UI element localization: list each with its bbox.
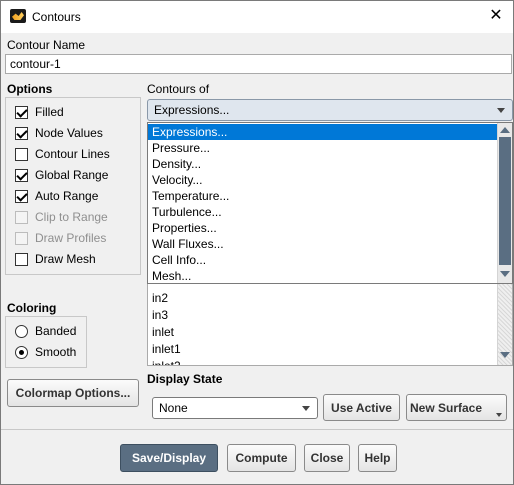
- clip-to-range-checkbox: Clip to Range: [15, 209, 108, 225]
- draw-mesh-check-box[interactable]: [15, 252, 28, 266]
- display-state-value: None: [159, 401, 188, 415]
- dropdown-item-mesh[interactable]: Mesh...: [148, 268, 512, 283]
- node-values-check-box[interactable]: [15, 126, 28, 140]
- new-surface-label: New Surface: [410, 400, 483, 415]
- chevron-down-icon: [497, 108, 505, 113]
- dropdown-item-wall-fluxes[interactable]: Wall Fluxes...: [148, 236, 512, 252]
- scroll-down-icon[interactable]: [500, 352, 510, 358]
- dropdown-scrollbar[interactable]: [497, 123, 512, 283]
- surface-item-in2[interactable]: in2: [148, 290, 512, 306]
- title-bar: Contours ✕: [1, 1, 513, 33]
- contour-lines-check-box[interactable]: [15, 147, 28, 161]
- chevron-down-icon: [496, 413, 502, 417]
- draw-mesh-checkbox[interactable]: Draw Mesh: [15, 251, 96, 267]
- display-state-combo[interactable]: None: [152, 397, 318, 419]
- surface-item-in3[interactable]: in3: [148, 307, 512, 323]
- filled-check-box[interactable]: [15, 105, 28, 119]
- surface-item-inlet2[interactable]: inlet2: [148, 358, 512, 365]
- close-button[interactable]: Close: [304, 444, 350, 472]
- surface-item-inlet[interactable]: inlet: [148, 324, 512, 340]
- contours-of-combo[interactable]: Expressions...: [147, 99, 513, 121]
- global-range-checkbox[interactable]: Global Range: [15, 167, 108, 183]
- banded-radio-button[interactable]: [15, 324, 28, 338]
- banded-radio[interactable]: Banded: [15, 323, 76, 339]
- auto-range-check-box[interactable]: [15, 189, 28, 203]
- close-icon[interactable]: ✕: [487, 6, 505, 26]
- fluent-app-icon: [10, 9, 26, 23]
- coloring-label: Coloring: [7, 301, 57, 315]
- surfaces-scrollbar[interactable]: [497, 274, 512, 365]
- contour-name-label: Contour Name: [7, 38, 86, 52]
- node-values-checkbox[interactable]: Node Values: [15, 125, 103, 141]
- banded-label: Banded: [35, 324, 77, 338]
- dropdown-item-expressions[interactable]: Expressions...: [148, 124, 512, 140]
- options-group: [5, 97, 141, 275]
- contours-of-dropdown[interactable]: Expressions... Pressure... Density... Ve…: [147, 122, 513, 284]
- dropdown-item-density[interactable]: Density...: [148, 156, 512, 172]
- filled-label: Filled: [35, 105, 64, 119]
- contour-lines-checkbox[interactable]: Contour Lines: [15, 146, 110, 162]
- chevron-down-icon: [302, 406, 310, 411]
- dropdown-item-cell-info[interactable]: Cell Info...: [148, 252, 512, 268]
- draw-profiles-label: Draw Profiles: [35, 231, 107, 245]
- smooth-radio[interactable]: Smooth: [15, 344, 76, 360]
- clip-to-range-check-box: [15, 210, 28, 224]
- dropdown-item-pressure[interactable]: Pressure...: [148, 140, 512, 156]
- contours-of-value: Expressions...: [154, 103, 230, 117]
- contour-lines-label: Contour Lines: [35, 147, 110, 161]
- draw-profiles-checkbox: Draw Profiles: [15, 230, 106, 246]
- scroll-up-icon[interactable]: [500, 127, 510, 133]
- draw-mesh-label: Draw Mesh: [35, 252, 96, 266]
- window-title: Contours: [32, 10, 81, 24]
- use-active-button[interactable]: Use Active: [323, 394, 400, 421]
- surfaces-list[interactable]: in2 in3 inlet inlet1 inlet2: [147, 273, 513, 366]
- display-state-label: Display State: [147, 372, 223, 386]
- footer-separator: [1, 429, 513, 430]
- dropdown-item-velocity[interactable]: Velocity...: [148, 172, 512, 188]
- smooth-label: Smooth: [35, 345, 77, 359]
- auto-range-checkbox[interactable]: Auto Range: [15, 188, 98, 204]
- dropdown-scroll-thumb[interactable]: [499, 137, 511, 265]
- options-label: Options: [7, 82, 53, 96]
- help-button[interactable]: Help: [358, 444, 397, 472]
- global-range-check-box[interactable]: [15, 168, 28, 182]
- save-display-button[interactable]: Save/Display: [120, 444, 218, 472]
- scroll-down-icon[interactable]: [500, 271, 510, 277]
- colormap-options-button[interactable]: Colormap Options...: [7, 379, 139, 407]
- contour-name-input[interactable]: contour-1: [5, 54, 512, 74]
- clip-to-range-label: Clip to Range: [35, 210, 108, 224]
- contours-dialog: Contours ✕ Contour Name contour-1 Option…: [0, 0, 514, 485]
- dropdown-item-turbulence[interactable]: Turbulence...: [148, 204, 512, 220]
- new-surface-button[interactable]: New Surface: [406, 394, 507, 421]
- node-values-label: Node Values: [35, 126, 103, 140]
- dropdown-item-temperature[interactable]: Temperature...: [148, 188, 512, 204]
- draw-profiles-check-box: [15, 231, 28, 245]
- smooth-radio-button[interactable]: [15, 345, 28, 359]
- dropdown-item-properties[interactable]: Properties...: [148, 220, 512, 236]
- filled-checkbox[interactable]: Filled: [15, 104, 64, 120]
- surface-item-inlet1[interactable]: inlet1: [148, 341, 512, 357]
- global-range-label: Global Range: [35, 168, 109, 182]
- compute-button[interactable]: Compute: [227, 444, 296, 472]
- contours-of-label: Contours of: [147, 82, 210, 96]
- auto-range-label: Auto Range: [35, 189, 99, 203]
